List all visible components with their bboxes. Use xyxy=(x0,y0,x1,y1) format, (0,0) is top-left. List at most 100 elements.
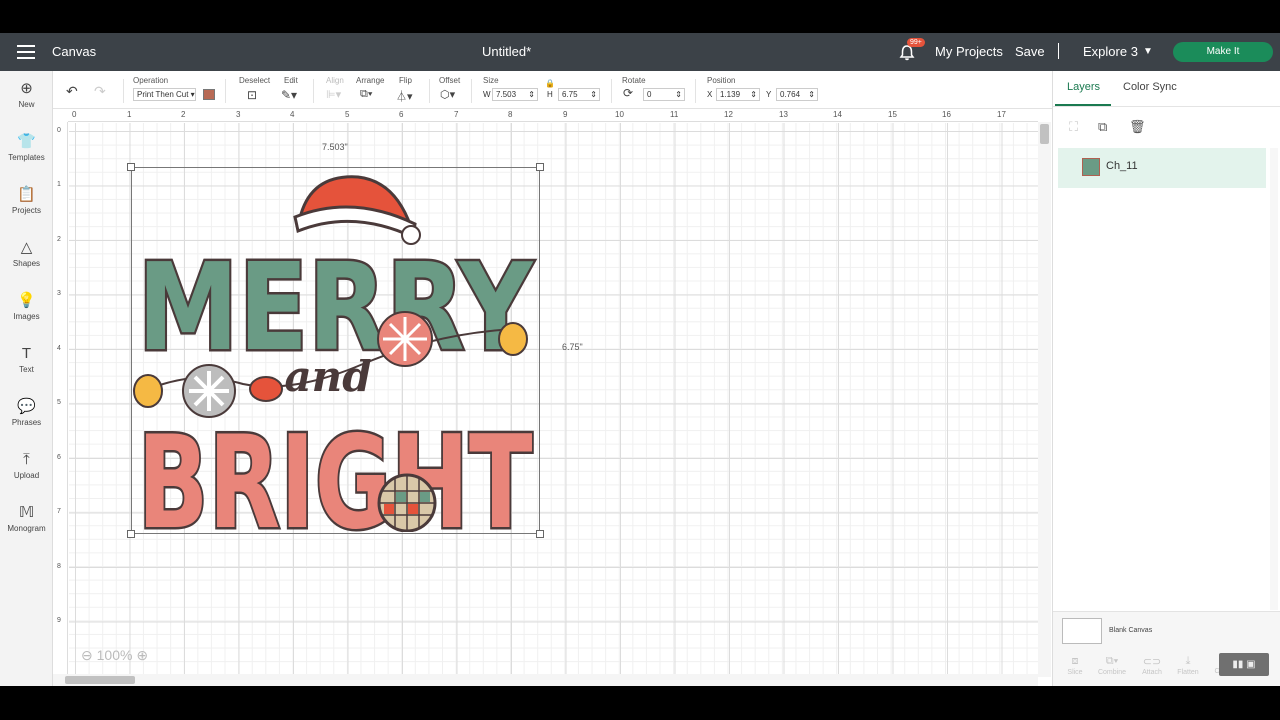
align-icon[interactable]: ⊫▾ xyxy=(326,88,341,101)
divider xyxy=(695,79,696,103)
scroll-thumb[interactable] xyxy=(65,676,135,684)
sidebar-item-phrases[interactable]: 💬 Phrases xyxy=(0,398,53,427)
sidebar-item-templates[interactable]: 👕 Templates xyxy=(0,133,53,162)
scroll-thumb[interactable] xyxy=(1040,124,1049,144)
flip-icon[interactable]: ⏃▾ xyxy=(396,88,413,104)
x-label: X xyxy=(707,90,713,99)
ruler-tick: 16 xyxy=(942,110,951,119)
ruler-tick: 4 xyxy=(57,345,61,352)
zoom-control: ⊖ 100% ⊕ xyxy=(81,647,148,664)
y-position-input[interactable]: 0.764 ⇕ xyxy=(776,88,818,101)
menu-icon[interactable] xyxy=(17,45,35,59)
width-dimension: 7.503" xyxy=(322,142,348,152)
height-input[interactable]: 6.75 ⇕ xyxy=(558,88,600,101)
sidebar-item-projects[interactable]: 📋 Projects xyxy=(0,186,53,215)
blank-canvas-swatch[interactable] xyxy=(1062,618,1102,644)
ruler-tick: 0 xyxy=(57,127,61,134)
rotate-input[interactable]: 0 ⇕ xyxy=(643,88,685,101)
app-title: Canvas xyxy=(52,44,97,59)
left-sidebar: ⊕ New 👕 Templates 📋 Projects △ Shapes 💡 … xyxy=(0,71,53,686)
width-value: 7.503 xyxy=(496,90,517,99)
divider xyxy=(611,79,612,103)
position-label: Position xyxy=(707,76,736,85)
ruler-tick: 8 xyxy=(57,563,61,570)
lock-icon[interactable]: 🔒 xyxy=(545,79,555,88)
ruler-tick: 9 xyxy=(563,110,568,119)
sidebar-item-images[interactable]: 💡 Images xyxy=(0,292,53,321)
operation-label: Operation xyxy=(133,76,169,85)
ruler-tick: 8 xyxy=(508,110,513,119)
print-color-swatch[interactable] xyxy=(203,89,215,100)
save-button[interactable]: Save xyxy=(1015,44,1045,59)
ruler-tick: 0 xyxy=(72,110,77,119)
duplicate-icon[interactable]: ⧉ xyxy=(1098,119,1107,135)
machine-select[interactable]: Explore 3 xyxy=(1083,44,1138,59)
sidebar-item-monogram[interactable]: 𝕄 Monogram xyxy=(0,504,53,533)
make-it-button[interactable]: Make It xyxy=(1173,42,1273,62)
edit-label: Edit xyxy=(284,76,298,85)
sidebar-item-shapes[interactable]: △ Shapes xyxy=(0,239,53,268)
slice-button[interactable]: ⧈ Slice xyxy=(1057,655,1093,676)
x-position-input[interactable]: 1.139 ⇕ xyxy=(716,88,760,101)
pen-icon[interactable]: ✎▾ xyxy=(281,88,297,102)
ruler-tick: 5 xyxy=(345,110,350,119)
layer-name: Ch_11 xyxy=(1106,160,1138,172)
offset-icon[interactable]: ⬡▾ xyxy=(440,88,455,101)
tab-color-sync[interactable]: Color Sync xyxy=(1123,81,1177,93)
vertical-scrollbar[interactable] xyxy=(1038,122,1051,677)
horizontal-scrollbar[interactable] xyxy=(53,674,1038,686)
layer-item[interactable]: Ch_11 xyxy=(1058,148,1266,188)
project-title[interactable]: Untitled* xyxy=(482,44,531,59)
video-overlay-icon: ▮▮ ▣ xyxy=(1219,653,1269,676)
panel-scrollbar[interactable] xyxy=(1270,148,1278,610)
deselect-icon[interactable]: ⊡ xyxy=(247,88,257,102)
arrange-icon[interactable]: ⧉▾ xyxy=(360,88,372,101)
sidebar-item-label: Upload xyxy=(13,471,40,480)
offset-label: Offset xyxy=(439,76,461,85)
zoom-in-icon[interactable]: ⊕ xyxy=(136,647,148,663)
sidebar-item-label: Monogram xyxy=(7,524,46,533)
height-dimension: 6.75" xyxy=(562,342,583,352)
my-projects-link[interactable]: My Projects xyxy=(935,44,1003,59)
operation-select[interactable]: Print Then Cut ▾ xyxy=(133,88,196,101)
ruler-tick: 1 xyxy=(57,181,61,188)
zoom-out-icon[interactable]: ⊖ xyxy=(81,647,93,663)
rotate-icon[interactable]: ⟳ xyxy=(623,86,633,100)
stepper-icon[interactable]: ⇕ xyxy=(590,89,597,100)
sidebar-item-new[interactable]: ⊕ New xyxy=(0,80,53,109)
stepper-icon[interactable]: ⇕ xyxy=(528,89,535,100)
stepper-icon[interactable]: ⇕ xyxy=(750,89,757,100)
stepper-icon[interactable]: ⇕ xyxy=(808,89,815,100)
resize-handle[interactable] xyxy=(127,530,135,538)
group-icon[interactable]: ⛶ xyxy=(1069,119,1078,135)
tool-label: Attach xyxy=(1142,669,1162,676)
combine-button[interactable]: ⧉▾ Combine xyxy=(1094,655,1130,676)
resize-handle[interactable] xyxy=(127,163,135,171)
resize-handle[interactable] xyxy=(536,530,544,538)
combine-icon: ⧉▾ xyxy=(1105,655,1119,667)
width-label: W xyxy=(483,90,491,99)
ruler-tick: 11 xyxy=(670,110,679,119)
attach-button[interactable]: ⊂⊃ Attach xyxy=(1134,655,1170,676)
trash-icon[interactable]: 🗑 xyxy=(1129,119,1146,135)
tab-layers[interactable]: Layers xyxy=(1067,81,1100,93)
divider xyxy=(1058,43,1059,59)
undo-icon[interactable]: ↶ xyxy=(66,83,78,100)
chevron-down-icon[interactable]: ▼ xyxy=(1143,46,1153,57)
x-value: 1.139 xyxy=(720,90,741,99)
width-input[interactable]: 7.503 ⇕ xyxy=(492,88,538,101)
redo-icon[interactable]: ↷ xyxy=(94,83,106,100)
design-canvas[interactable]: 0 1 2 3 4 5 6 7 8 9 10 11 12 13 14 15 16… xyxy=(53,109,1052,686)
sidebar-item-label: Projects xyxy=(12,206,41,215)
sidebar-item-upload[interactable]: ⤒ Upload xyxy=(0,451,53,480)
ruler-tick: 7 xyxy=(454,110,459,119)
stepper-icon[interactable]: ⇕ xyxy=(675,89,682,100)
operation-value: Print Then Cut xyxy=(137,90,189,99)
flatten-button[interactable]: ⤓ Flatten xyxy=(1170,655,1206,676)
selection-box[interactable] xyxy=(131,167,540,534)
sidebar-item-text[interactable]: T Text xyxy=(0,345,53,374)
resize-handle[interactable] xyxy=(536,163,544,171)
ruler-tick: 17 xyxy=(997,110,1006,119)
align-label: Align xyxy=(326,76,344,85)
ruler-left: 0 1 2 3 4 5 6 7 8 9 xyxy=(53,122,68,677)
